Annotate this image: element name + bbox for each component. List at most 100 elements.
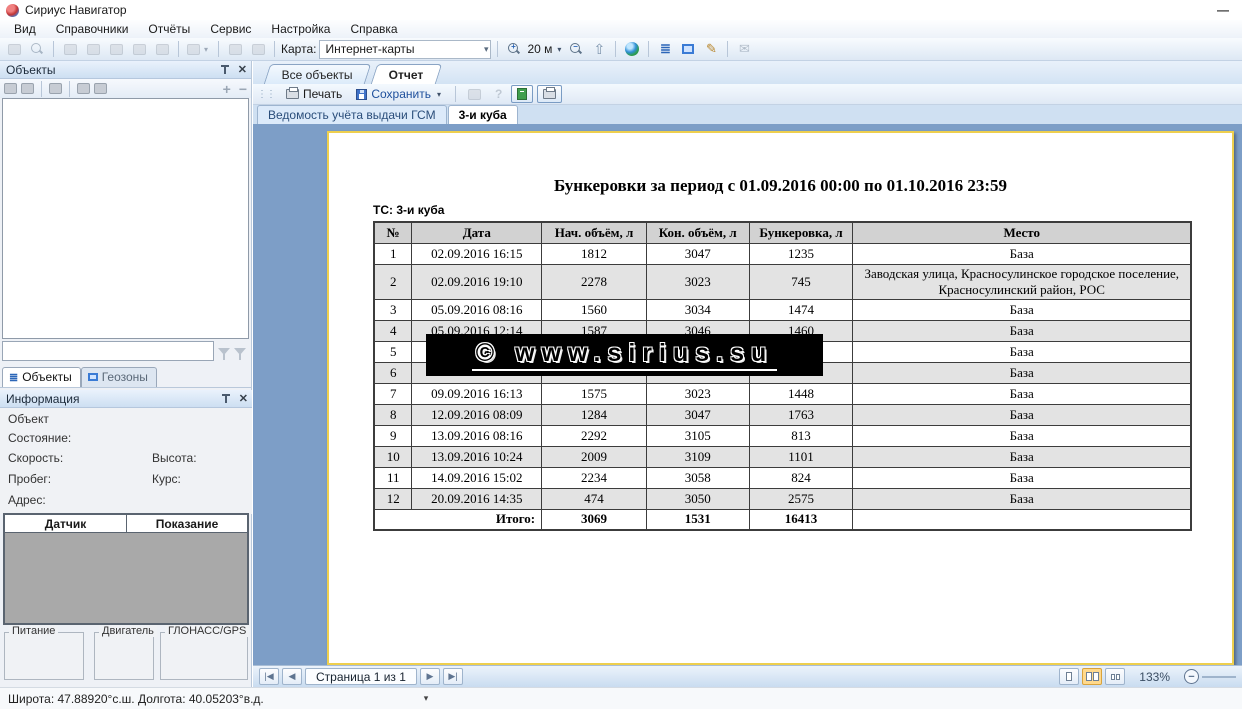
remove-button[interactable]: − <box>239 81 247 97</box>
link-icon[interactable] <box>21 83 34 94</box>
select-circle-icon[interactable] <box>106 40 126 59</box>
green-book-icon <box>517 88 527 100</box>
mileage-label: Пробег: <box>8 472 51 486</box>
geozone-icon[interactable] <box>678 40 698 59</box>
zoom-in-icon[interactable]: + <box>504 40 524 59</box>
menu-item-3[interactable]: Сервис <box>200 21 261 37</box>
report-parameters-button[interactable] <box>511 85 533 103</box>
report-page: Бункеровки за период с 01.09.2016 00:00 … <box>327 131 1234 665</box>
pin-icon[interactable] <box>221 65 230 75</box>
app-icon <box>6 4 19 17</box>
status-dropdown-icon[interactable]: ▾ <box>424 693 429 704</box>
table-cell: База <box>853 467 1191 488</box>
table-cell: База <box>853 404 1191 425</box>
table-cell: 13.09.2016 08:16 <box>412 425 542 446</box>
first-page-button[interactable]: |◀ <box>259 668 279 685</box>
table-cell: 2278 <box>542 264 647 299</box>
settings-gear-icon[interactable] <box>248 40 268 59</box>
zoom-scale-dropdown-icon[interactable]: ▾ <box>555 45 563 54</box>
chevron-down-icon[interactable]: ▾ <box>478 44 489 55</box>
globe-small-icon[interactable] <box>49 83 62 94</box>
engine-label: Двигатель <box>99 625 157 637</box>
close-icon[interactable]: ✕ <box>239 392 248 405</box>
table-cell: 7 <box>374 383 412 404</box>
objects-list[interactable] <box>2 98 249 339</box>
table-cell: 12 <box>374 488 412 509</box>
truck-icon[interactable] <box>77 83 90 94</box>
close-icon[interactable]: ✕ <box>238 63 247 76</box>
mail-icon[interactable]: ✉ <box>734 40 754 59</box>
tab-report[interactable]: Отчет <box>371 64 442 84</box>
pin-icon[interactable] <box>222 394 231 404</box>
tab-geozones[interactable]: Геозоны <box>81 367 157 387</box>
print-button[interactable]: Печать <box>281 85 347 103</box>
map-select[interactable]: Интернет-карты ▾ <box>319 40 491 59</box>
zoom-out-icon[interactable]: − <box>566 40 586 59</box>
height-label: Высота: <box>152 451 197 465</box>
reading-col-header: Показание <box>127 515 247 532</box>
sphere-icon[interactable] <box>94 83 107 94</box>
page-setup-button[interactable] <box>463 85 486 103</box>
table-cell: 1235 <box>749 243 853 264</box>
menu-item-2[interactable]: Отчёты <box>138 21 200 37</box>
filter-icon[interactable] <box>218 348 230 355</box>
ruler-icon[interactable] <box>225 40 245 59</box>
last-page-button[interactable]: ▶| <box>443 668 463 685</box>
print-preview-button[interactable] <box>537 85 562 103</box>
tab-3i-kuba-label: 3-и куба <box>459 108 507 122</box>
measure-icon[interactable] <box>27 40 47 59</box>
minimize-button[interactable]: — <box>1210 3 1236 17</box>
table-cell: 02.09.2016 19:10 <box>412 264 542 299</box>
report-table: №ДатаНач. объём, лКон. объём, лБункеровк… <box>373 221 1192 531</box>
toolbar-separator <box>727 41 728 57</box>
save-dropdown-icon[interactable]: ▾ <box>435 90 443 99</box>
total-row: Итого:3069153116413 <box>374 509 1191 530</box>
tab-fuel-sheet[interactable]: Ведомость учёта выдачи ГСМ <box>257 105 447 124</box>
zoom-out-button[interactable]: − <box>1184 669 1199 684</box>
table-cell: 8 <box>374 404 412 425</box>
zoom-slider[interactable] <box>1202 676 1236 678</box>
geozone-small-icon <box>88 373 98 381</box>
tab-objects-label: Объекты <box>22 370 72 384</box>
edit-note-icon[interactable]: ✎ <box>701 40 721 59</box>
total-value: 3069 <box>542 509 647 530</box>
add-vehicle-icon[interactable] <box>4 83 17 94</box>
tab-all-objects-label: Все объекты <box>282 68 353 82</box>
watermark-text: © www.sirius.su <box>472 339 778 371</box>
save-button[interactable]: Сохранить ▾ <box>351 85 448 103</box>
single-page-view-button[interactable] <box>1059 668 1079 685</box>
fit-width-view-button[interactable] <box>1082 668 1102 685</box>
menu-item-4[interactable]: Настройка <box>261 21 340 37</box>
layers-icon[interactable]: ▾ <box>185 40 212 59</box>
select-area-icon[interactable] <box>129 40 149 59</box>
next-page-button[interactable]: ▶ <box>420 668 440 685</box>
table-cell: 474 <box>542 488 647 509</box>
watermark: © www.sirius.su <box>426 334 823 376</box>
column-header: № <box>374 222 412 243</box>
globe-icon[interactable] <box>622 40 642 59</box>
table-cell: 3047 <box>646 404 749 425</box>
filter-input[interactable] <box>2 341 214 361</box>
tab-all-objects[interactable]: Все объекты <box>264 64 371 84</box>
object-list-icon[interactable]: ≣ <box>655 40 675 59</box>
help-button[interactable]: ? <box>490 85 507 103</box>
report-view[interactable]: Бункеровки за период с 01.09.2016 00:00 … <box>253 124 1242 665</box>
table-cell: 1763 <box>749 404 853 425</box>
table-cell: База <box>853 341 1191 362</box>
prev-page-button[interactable]: ◀ <box>282 668 302 685</box>
select-lasso-icon[interactable] <box>83 40 103 59</box>
report-table-body: 102.09.2016 16:15181230471235База202.09.… <box>374 243 1191 530</box>
select-rect-icon[interactable] <box>60 40 80 59</box>
menu-item-1[interactable]: Справочники <box>46 21 139 37</box>
tab-3i-kuba[interactable]: 3-и куба <box>448 105 518 124</box>
home-arrow-icon[interactable]: ⇧ <box>589 40 609 59</box>
tab-objects[interactable]: ≣ Объекты <box>2 367 81 387</box>
pan-hand-icon[interactable] <box>4 40 24 59</box>
flag-icon[interactable] <box>152 40 172 59</box>
menu-item-5[interactable]: Справка <box>340 21 407 37</box>
filter-clear-icon[interactable] <box>234 348 246 355</box>
add-button[interactable]: + <box>223 81 231 97</box>
menu-item-0[interactable]: Вид <box>4 21 46 37</box>
table-cell: 2009 <box>542 446 647 467</box>
multi-page-view-button[interactable] <box>1105 668 1125 685</box>
